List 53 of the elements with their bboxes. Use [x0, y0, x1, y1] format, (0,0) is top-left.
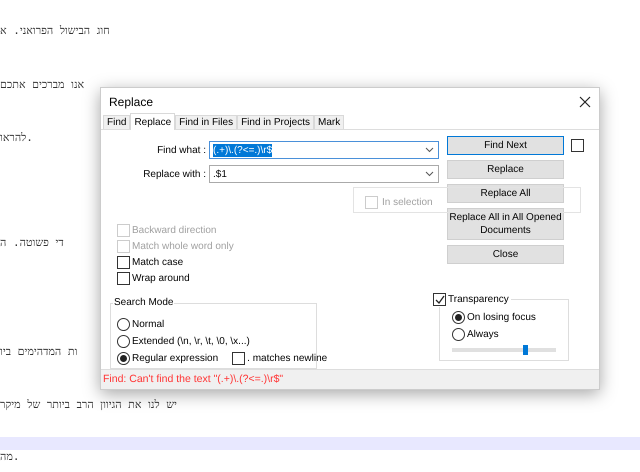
- checkbox[interactable]: [232, 352, 246, 365]
- field-value: .$1: [213, 168, 227, 181]
- editor-line: חוג הבישול הפרואני. א: [0, 24, 110, 37]
- transparency-slider[interactable]: [452, 345, 556, 356]
- tab[interactable]: Find in Files: [175, 115, 238, 130]
- radio-label: Regular expression: [132, 352, 218, 366]
- checkbox-label: Match whole word only: [132, 240, 234, 254]
- find-what-field[interactable]: (.+)\.(?<=.)\r$: [209, 141, 439, 160]
- editor-line: ות המדהימים ביו: [0, 345, 78, 358]
- checkbox-label: . matches newline: [247, 352, 328, 366]
- tab[interactable]: Find: [103, 115, 130, 130]
- radio-button[interactable]: [117, 334, 130, 348]
- tab[interactable]: Find in Projects: [237, 115, 314, 130]
- dialog-button[interactable]: Replace All: [447, 184, 564, 204]
- dialog-button[interactable]: Replace All in All Opened Documents: [447, 208, 564, 240]
- checkmark-icon: [434, 294, 444, 305]
- slider-thumb[interactable]: [522, 345, 528, 356]
- radio-button[interactable]: [117, 318, 130, 331]
- checkbox[interactable]: [117, 256, 130, 270]
- radio-label: Extended (\n, \r, \t, \0, \x...): [132, 334, 250, 349]
- checkbox-label: Backward direction: [132, 224, 216, 238]
- radio-label: Always: [467, 328, 499, 342]
- checkbox[interactable]: [433, 293, 446, 306]
- field-label: Replace with :: [142, 168, 207, 182]
- tab[interactable]: Mark: [314, 115, 344, 130]
- editor-line: די פשוטה. ה: [0, 236, 64, 249]
- radio-button[interactable]: [117, 352, 130, 365]
- radio-button[interactable]: [452, 310, 465, 324]
- dialog-button[interactable]: Find Next: [447, 136, 564, 156]
- checkbox-label: Match case: [132, 256, 184, 270]
- replace-with-field[interactable]: .$1: [209, 165, 439, 184]
- editor-line: אנו מברכים אתכם: [0, 78, 84, 91]
- status-message: Find: Can't find the text "(.+)\.(?<=.)\r$": [103, 372, 284, 387]
- field-label: Find what :: [156, 144, 207, 158]
- checkbox-label: Transparency: [448, 293, 509, 308]
- checkbox-label: Wrap around: [132, 272, 190, 286]
- field-value: (.+)\.(?<=.)\r$: [213, 144, 272, 157]
- tab[interactable]: Replace: [130, 113, 176, 130]
- dialog-button[interactable]: Replace: [447, 160, 564, 180]
- radio-label: Normal: [132, 318, 164, 332]
- checkbox[interactable]: [117, 272, 130, 286]
- editor-line: יש לנו את הגיוון הרב ביותר של מיקר: [0, 398, 177, 411]
- editor-line: להראו.: [0, 131, 33, 144]
- dialog-title: Replace: [109, 94, 154, 111]
- radio-label: On losing focus: [467, 310, 536, 325]
- editor-line: מה.: [0, 450, 20, 463]
- checkbox-label: In selection: [382, 196, 433, 210]
- close-icon[interactable]: [579, 96, 591, 108]
- radio-button[interactable]: [452, 328, 465, 341]
- caret-icon: [425, 171, 434, 178]
- checkbox[interactable]: [571, 139, 584, 152]
- caret-icon: [425, 147, 434, 154]
- dialog-button[interactable]: Close: [447, 245, 564, 264]
